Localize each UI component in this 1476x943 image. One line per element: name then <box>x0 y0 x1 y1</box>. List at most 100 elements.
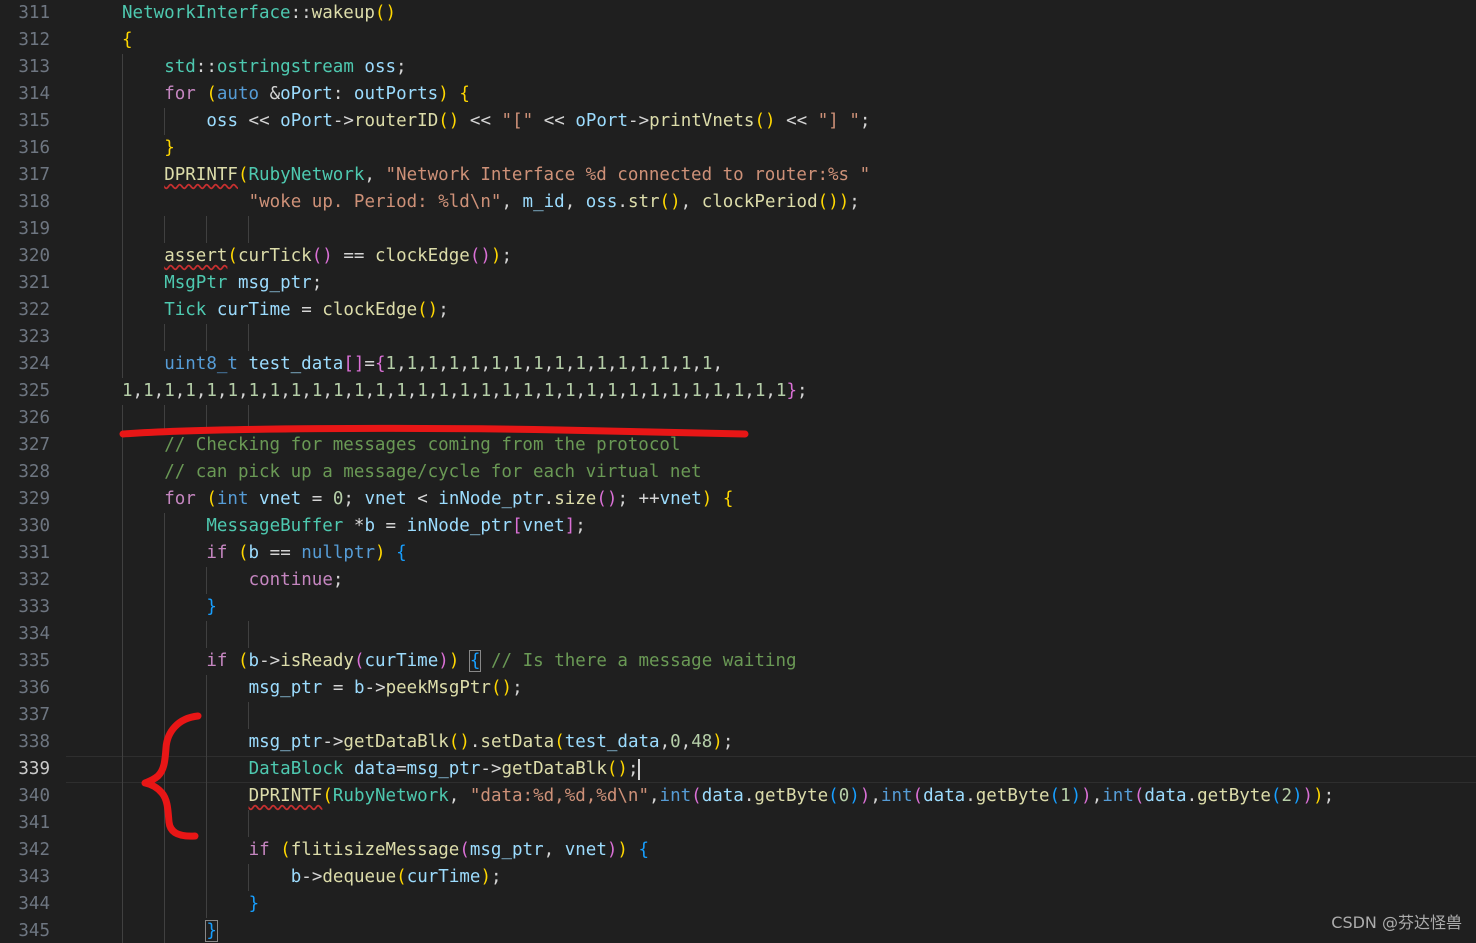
number-token: 1 <box>406 354 418 374</box>
punctuation-token <box>122 516 133 536</box>
code-line-318[interactable]: "woke up. Period: %ld\n", m_id, oss.str(… <box>66 189 860 216</box>
code-line-345[interactable]: } <box>66 918 218 943</box>
code-line-336[interactable]: msg_ptr = b->peekMsgPtr(); <box>66 675 523 702</box>
number-token: 1 <box>490 354 502 374</box>
code-line-320[interactable]: assert(curTick() == clockEdge()); <box>66 243 512 270</box>
code-line-327[interactable]: // Checking for messages coming from the… <box>66 432 680 459</box>
line-number-341[interactable]: 341 <box>0 810 50 837</box>
line-number-331[interactable]: 331 <box>0 540 50 567</box>
code-line-text: } <box>66 918 218 943</box>
line-number-319[interactable]: 319 <box>0 216 50 243</box>
line-number-320[interactable]: 320 <box>0 243 50 270</box>
line-number-325[interactable]: 325 <box>0 378 50 405</box>
bracket-token: [ <box>343 354 354 374</box>
code-line-335[interactable]: if (b->isReady(curTime)) { // Is there a… <box>66 648 797 675</box>
code-line-331[interactable]: if (b == nullptr) { <box>66 540 406 567</box>
code-line-328[interactable]: // can pick up a message/cycle for each … <box>66 459 701 486</box>
line-number-311[interactable]: 311 <box>0 0 50 27</box>
line-number-322[interactable]: 322 <box>0 297 50 324</box>
line-number-324[interactable]: 324 <box>0 351 50 378</box>
line-number-323[interactable]: 323 <box>0 324 50 351</box>
code-line-326[interactable] <box>66 405 122 432</box>
line-number-339[interactable]: 339 <box>0 756 50 783</box>
punctuation-token <box>175 759 186 779</box>
code-line-334[interactable] <box>66 621 122 648</box>
punctuation-token <box>206 786 217 806</box>
line-number-327[interactable]: 327 <box>0 432 50 459</box>
punctuation-token: , <box>491 381 502 401</box>
code-editor[interactable]: NetworkInterface::wakeup(){ std::ostring… <box>0 0 1476 943</box>
line-number-330[interactable]: 330 <box>0 513 50 540</box>
punctuation-token <box>143 759 154 779</box>
line-number-321[interactable]: 321 <box>0 270 50 297</box>
code-line-313[interactable]: std::ostringstream oss; <box>66 54 406 81</box>
code-line-319[interactable] <box>66 216 122 243</box>
line-number-326[interactable]: 326 <box>0 405 50 432</box>
code-line-339[interactable]: DataBlock data=msg_ptr->getDataBlk(); <box>66 756 639 783</box>
code-line-343[interactable]: b->dequeue(curTime); <box>66 864 502 891</box>
line-number-337[interactable]: 337 <box>0 702 50 729</box>
spellcheck-token: assert <box>164 246 228 266</box>
line-number-313[interactable]: 313 <box>0 54 50 81</box>
code-line-312[interactable]: { <box>66 27 133 54</box>
punctuation-token: > <box>375 678 386 698</box>
line-number-332[interactable]: 332 <box>0 567 50 594</box>
line-number-314[interactable]: 314 <box>0 81 50 108</box>
code-line-344[interactable]: } <box>66 891 260 918</box>
line-number-344[interactable]: 344 <box>0 891 50 918</box>
code-line-325[interactable]: 1,1,1,1,1,1,1,1,1,1,1,1,1,1,1,1,1,1,1,1,… <box>66 378 808 405</box>
line-number-gutter[interactable]: 311 312 313 314 315 316 317 318 319 320 321 322 323 3… <box>0 0 66 943</box>
code-line-341[interactable] <box>66 810 122 837</box>
punctuation-token <box>712 489 723 509</box>
code-line-317[interactable]: DPRINTF(RubyNetwork, "Network Interface … <box>66 162 870 189</box>
paren-open: ( <box>659 192 671 212</box>
line-number-342[interactable]: 342 <box>0 837 50 864</box>
identifier-token: vnet <box>522 516 565 536</box>
punctuation-token: = <box>353 246 365 266</box>
line-number-317[interactable]: 317 <box>0 162 50 189</box>
line-number-345[interactable]: 345 <box>0 918 50 943</box>
identifier-token: RubyNetwork <box>248 165 365 185</box>
punctuation-token: , <box>680 381 692 401</box>
punctuation-token: ; <box>859 111 871 131</box>
code-content[interactable]: NetworkInterface::wakeup(){ std::ostring… <box>66 0 1476 943</box>
code-line-329[interactable]: for (int vnet = 0; vnet < inNode_ptr.siz… <box>66 486 733 513</box>
punctuation-token: , <box>744 381 755 401</box>
code-line-324[interactable]: uint8_t test_data[]={1,1,1,1,1,1,1,1,1,1… <box>66 351 723 378</box>
code-line-340[interactable]: DPRINTF(RubyNetwork, "data:%d,%d,%d\n",i… <box>66 783 1335 810</box>
line-number-328[interactable]: 328 <box>0 459 50 486</box>
code-line-342[interactable]: if (flitisizeMessage(msg_ptr, vnet)) { <box>66 837 650 864</box>
line-number-329[interactable]: 329 <box>0 486 50 513</box>
code-line-332[interactable]: continue; <box>66 567 344 594</box>
punctuation-token <box>196 732 207 752</box>
code-line-321[interactable]: MsgPtr msg_ptr; <box>66 270 322 297</box>
code-line-323[interactable] <box>66 324 122 351</box>
line-number-343[interactable]: 343 <box>0 864 50 891</box>
number-token: 1 <box>522 381 534 401</box>
punctuation-token: , <box>649 354 660 374</box>
code-line-330[interactable]: MessageBuffer *b = inNode_ptr[vnet]; <box>66 513 585 540</box>
line-number-315[interactable]: 315 <box>0 108 50 135</box>
line-number-340[interactable]: 340 <box>0 783 50 810</box>
code-line-333[interactable]: } <box>66 594 217 621</box>
line-number-334[interactable]: 334 <box>0 621 50 648</box>
line-number-333[interactable]: 333 <box>0 594 50 621</box>
code-line-314[interactable]: for (auto &oPort: outPorts) { <box>66 81 470 108</box>
punctuation-token <box>206 192 217 212</box>
code-line-337[interactable] <box>66 702 122 729</box>
line-number-335[interactable]: 335 <box>0 648 50 675</box>
punctuation-token: + <box>649 489 660 509</box>
code-line-322[interactable]: Tick curTime = clockEdge(); <box>66 297 449 324</box>
line-number-338[interactable]: 338 <box>0 729 50 756</box>
line-number-336[interactable]: 336 <box>0 675 50 702</box>
line-number-318[interactable]: 318 <box>0 189 50 216</box>
line-number-312[interactable]: 312 <box>0 27 50 54</box>
code-line-311[interactable]: NetworkInterface::wakeup() <box>66 0 396 27</box>
code-line-316[interactable]: } <box>66 135 175 162</box>
code-line-315[interactable]: oss << oPort->routerID() << "[" << oPort… <box>66 108 870 135</box>
code-line-text: for (auto &oPort: outPorts) { <box>66 81 470 108</box>
punctuation-token <box>122 543 133 563</box>
line-number-316[interactable]: 316 <box>0 135 50 162</box>
punctuation-token <box>196 84 207 104</box>
code-line-338[interactable]: msg_ptr->getDataBlk().setData(test_data,… <box>66 729 734 756</box>
